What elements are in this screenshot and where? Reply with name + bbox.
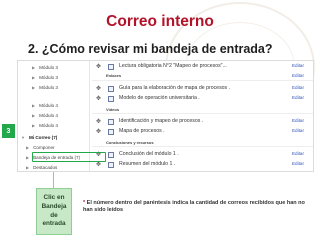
document-icon <box>108 86 114 92</box>
edit-link[interactable]: Editar <box>292 63 304 68</box>
caret-right-icon: ▶ <box>32 85 36 90</box>
edit-link[interactable]: Editar <box>292 151 304 156</box>
nav-item-module[interactable]: ▶ Módulo 3 <box>32 63 58 72</box>
move-handle-icon[interactable]: ✥ <box>96 63 101 70</box>
caret-down-icon: ▼ <box>21 135 25 140</box>
resource-link[interactable]: Modelo de operación universitaria . <box>119 95 200 101</box>
edit-link[interactable]: Editar <box>292 85 304 90</box>
resource-link[interactable]: Lectura obligatoria N°2 "Mapeo de proces… <box>119 63 227 69</box>
section-header: Conclusiones y recursos <box>106 140 154 145</box>
content-row: ✥ Conclusión del módulo 1 . Editar <box>92 151 313 159</box>
document-icon <box>108 162 114 168</box>
section-header: Videos <box>106 107 120 112</box>
step-number-badge: 3 <box>2 124 15 138</box>
edit-link[interactable]: Editar <box>292 118 304 123</box>
move-handle-icon[interactable]: ✥ <box>96 161 101 168</box>
document-icon <box>108 64 114 70</box>
nav-item-module[interactable]: ▶ Módulo 3 <box>32 73 58 82</box>
video-icon <box>108 119 114 125</box>
caret-right-icon: ▶ <box>32 65 36 70</box>
caret-right-icon: ▶ <box>26 145 30 150</box>
instruction-callout-text: Clic en Bandeja de entrada <box>41 194 67 228</box>
resource-link[interactable]: Identificación y mapeo de procesos . <box>119 118 203 124</box>
caret-right-icon: ▶ <box>32 103 36 108</box>
footnote: * El número dentro del paréntesis indica… <box>83 200 313 215</box>
divider <box>92 146 313 147</box>
resource-link[interactable]: Guía para la elaboración de mapa de proc… <box>119 85 230 91</box>
content-row: ✥ Mapa de procesos . Editar <box>92 128 313 136</box>
instruction-callout: Clic en Bandeja de entrada <box>36 188 72 235</box>
caret-right-icon: ▶ <box>26 155 30 160</box>
resource-link[interactable]: Resumen del módulo 1 . <box>119 161 175 167</box>
slide-title: Correo interno <box>106 13 214 30</box>
slide-subtitle: 2. ¿Cómo revisar mi bandeja de entrada? <box>28 42 273 56</box>
nav-item-destacados[interactable]: ▶ Destacados <box>26 163 57 171</box>
nav-item-module[interactable]: ▶ Módulo 3 <box>32 83 58 92</box>
move-handle-icon[interactable]: ✥ <box>96 95 101 102</box>
edit-link[interactable]: Editar <box>292 73 304 78</box>
inbox-highlight-box <box>32 152 106 162</box>
caret-right-icon: ▶ <box>26 165 30 170</box>
caret-right-icon: ▶ <box>32 113 36 118</box>
divider <box>92 80 313 81</box>
nav-item-module[interactable]: ▶ Módulo 4 <box>32 111 58 120</box>
move-handle-icon[interactable]: ✥ <box>96 118 101 125</box>
move-handle-icon[interactable]: ✥ <box>96 85 101 92</box>
nav-item-componer[interactable]: ▶ Componer <box>26 143 55 152</box>
content-row: ✥ Resumen del módulo 1 . Editar <box>92 161 313 169</box>
nav-item-module[interactable]: ▶ Módulo 4 <box>32 101 58 110</box>
resource-link[interactable]: Mapa de procesos . <box>119 128 165 134</box>
edit-link[interactable]: Editar <box>292 161 304 166</box>
resource-link[interactable]: Conclusión del módulo 1 . <box>119 151 179 157</box>
content-row: ✥ Identificación y mapeo de procesos . E… <box>92 118 313 126</box>
video-icon <box>108 129 114 135</box>
callout-connector <box>53 172 54 188</box>
document-icon <box>108 152 114 158</box>
caret-right-icon: ▶ <box>32 123 36 128</box>
divider <box>92 113 313 114</box>
lms-screenshot-panel: ▶ Módulo 3 ▶ Módulo 3 ▶ Módulo 3 ▶ Módulo 4 … <box>17 60 314 172</box>
edit-link[interactable]: Editar <box>292 95 304 100</box>
edit-link[interactable]: Editar <box>292 128 304 133</box>
caret-right-icon: ▶ <box>32 75 36 80</box>
move-handle-icon[interactable]: ✥ <box>96 128 101 135</box>
nav-item-module[interactable]: ▶ Módulo 4 <box>32 121 58 130</box>
nav-item-mi-correo[interactable]: ▼ Mi Correo (7) <box>21 133 57 142</box>
document-icon <box>108 96 114 102</box>
section-header: Enlaces <box>106 73 122 78</box>
footnote-text: El número dentro del paréntesis indica l… <box>83 200 305 214</box>
content-row: ✥ Guía para la elaboración de mapa de pr… <box>92 85 313 93</box>
course-content: ✥ Lectura obligatoria N°2 "Mapeo de proc… <box>92 61 313 171</box>
content-row: ✥ Lectura obligatoria N°2 "Mapeo de proc… <box>92 63 313 71</box>
content-row: ✥ Modelo de operación universitaria . Ed… <box>92 95 313 103</box>
